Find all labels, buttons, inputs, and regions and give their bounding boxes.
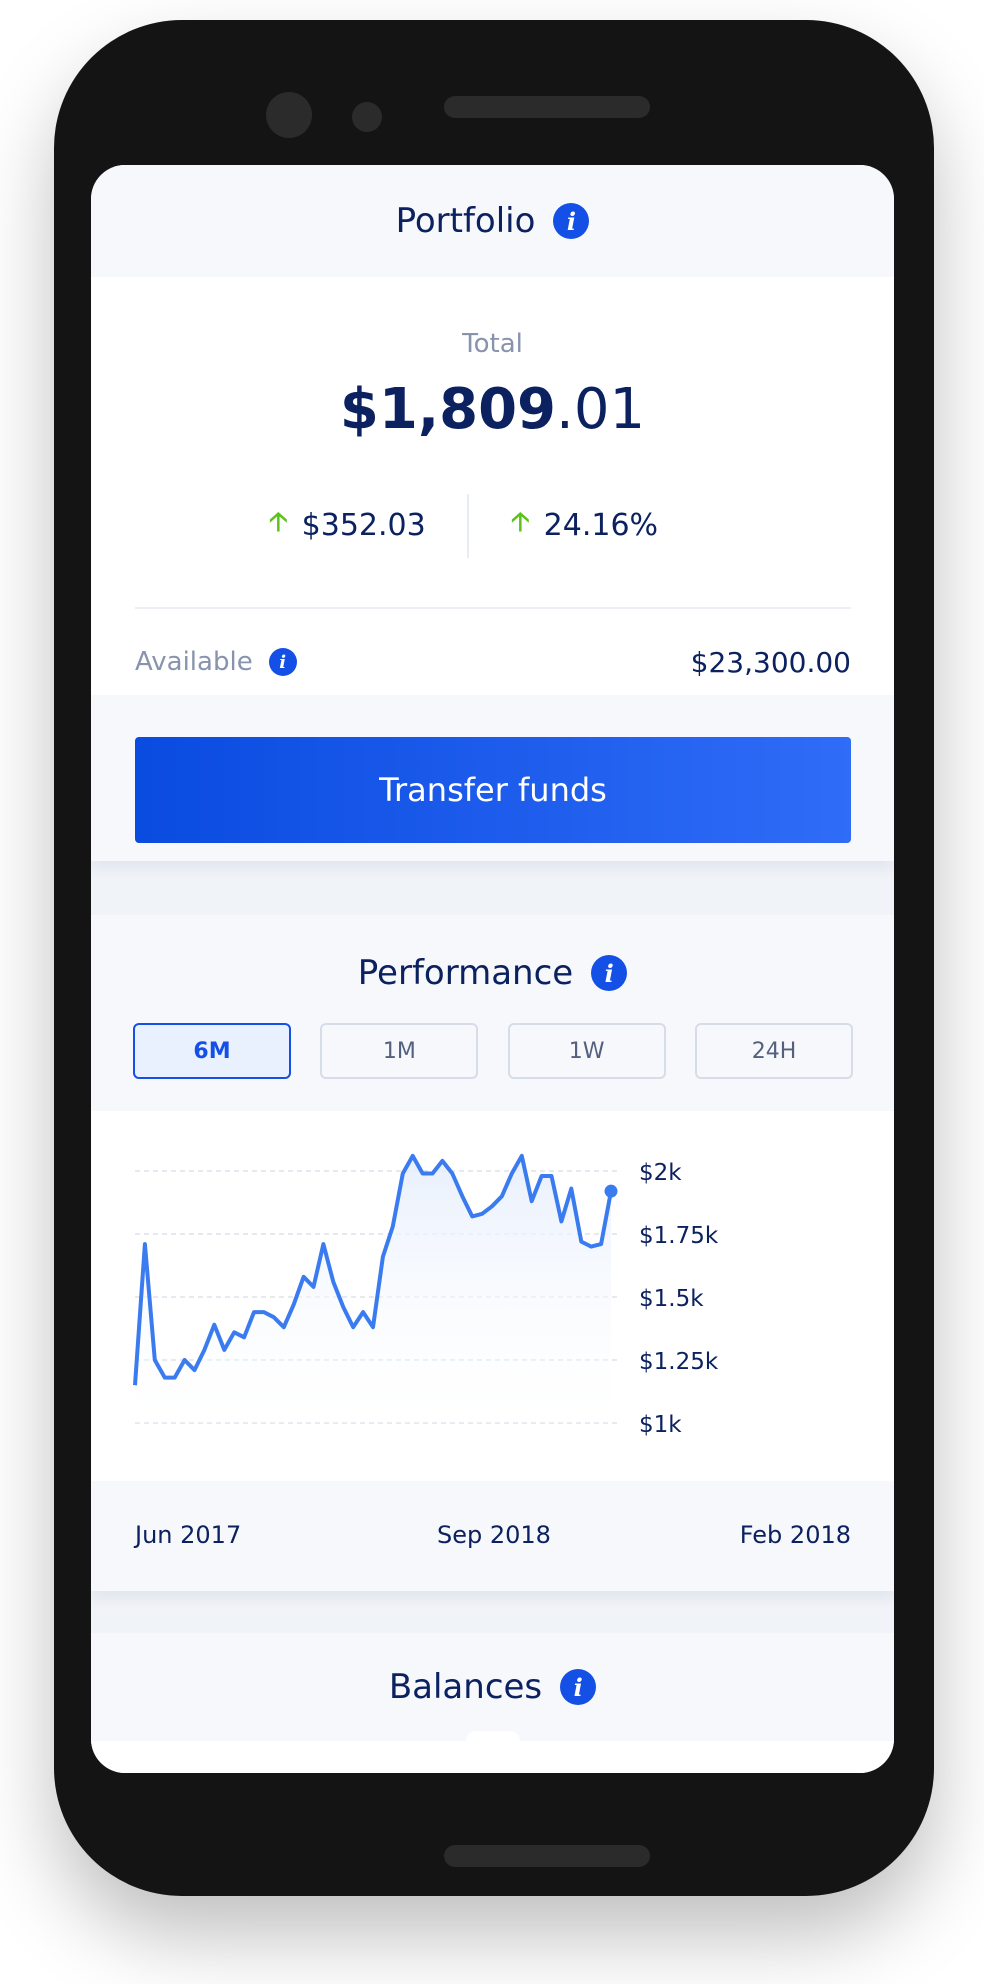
tab-1m[interactable]: 1M (320, 1023, 479, 1079)
transfer-section: Transfer funds (91, 695, 894, 861)
transfer-funds-button[interactable]: Transfer funds (135, 737, 851, 843)
info-icon[interactable]: i (591, 955, 628, 991)
info-icon[interactable]: i (268, 648, 297, 676)
change-percent-block: 🡡 24.16% (511, 492, 658, 558)
front-sensor (352, 102, 382, 132)
y-tick-label: $1.25k (639, 1349, 719, 1375)
tab-1w[interactable]: 1W (507, 1023, 666, 1079)
divider (135, 607, 851, 609)
arrow-up-icon: 🡡 (511, 507, 530, 537)
info-icon[interactable]: i (553, 203, 590, 239)
available-label: Available (135, 647, 253, 677)
balances-title: Balances (388, 1667, 543, 1707)
balances-header: Balances i (91, 1633, 894, 1741)
available-value: $23,300.00 (690, 645, 851, 679)
y-tick-label: $1.5k (639, 1286, 704, 1312)
range-tabs: 6M 1M 1W 24H (133, 1023, 853, 1079)
portfolio-header: Portfolio i (91, 165, 894, 277)
scroll-handle[interactable] (466, 1731, 520, 1745)
total-value: $1,809.01 (91, 377, 894, 442)
x-axis-label: Feb 2018 (739, 1521, 851, 1549)
arrow-up-icon: 🡡 (269, 507, 288, 537)
y-tick-label: $2k (639, 1160, 682, 1186)
front-camera (266, 92, 312, 138)
balances-content (91, 1731, 894, 1773)
portfolio-total-card: Total $1,809.01 🡡 $352.03 🡡 24.16% Avail… (91, 277, 894, 861)
app-screen: Portfolio i Total $1,809.01 🡡 $352.03 🡡 … (91, 165, 894, 1773)
current-value-point[interactable] (604, 1184, 618, 1198)
chart-area-fill (135, 1155, 611, 1423)
info-icon[interactable]: i (560, 1669, 597, 1705)
change-row: 🡡 $352.03 🡡 24.16% (91, 492, 894, 558)
total-dollars: $1,809 (339, 377, 557, 442)
change-percent: 24.16% (543, 507, 659, 543)
available-row: Available i $23,300.00 (135, 632, 851, 692)
tab-24h[interactable]: 24H (694, 1023, 853, 1079)
divider (467, 494, 469, 558)
total-cents: .01 (556, 377, 646, 442)
total-label: Total (462, 329, 523, 359)
chart-x-axis: Jun 2017 Sep 2018 Feb 2018 (91, 1481, 894, 1591)
earpiece-speaker (444, 96, 650, 118)
tab-6m[interactable]: 6M (133, 1023, 291, 1079)
y-tick-label: $1.75k (639, 1223, 719, 1249)
change-amount-block: 🡡 $352.03 (269, 492, 426, 558)
portfolio-title: Portfolio (395, 201, 536, 241)
x-axis-label: Jun 2017 (135, 1521, 242, 1549)
performance-title: Performance (357, 953, 574, 993)
change-amount: $352.03 (301, 507, 426, 543)
y-tick-label: $1k (639, 1412, 682, 1438)
home-bar (444, 1845, 650, 1867)
performance-chart-svg: $2k $1.75k $1.5k $1.25k $1k (133, 1153, 719, 1438)
x-axis-label: Sep 2018 (437, 1521, 551, 1549)
performance-chart: $2k $1.75k $1.5k $1.25k $1k (91, 1111, 894, 1481)
performance-header: Performance i 6M 1M 1W 24H (91, 915, 894, 1111)
